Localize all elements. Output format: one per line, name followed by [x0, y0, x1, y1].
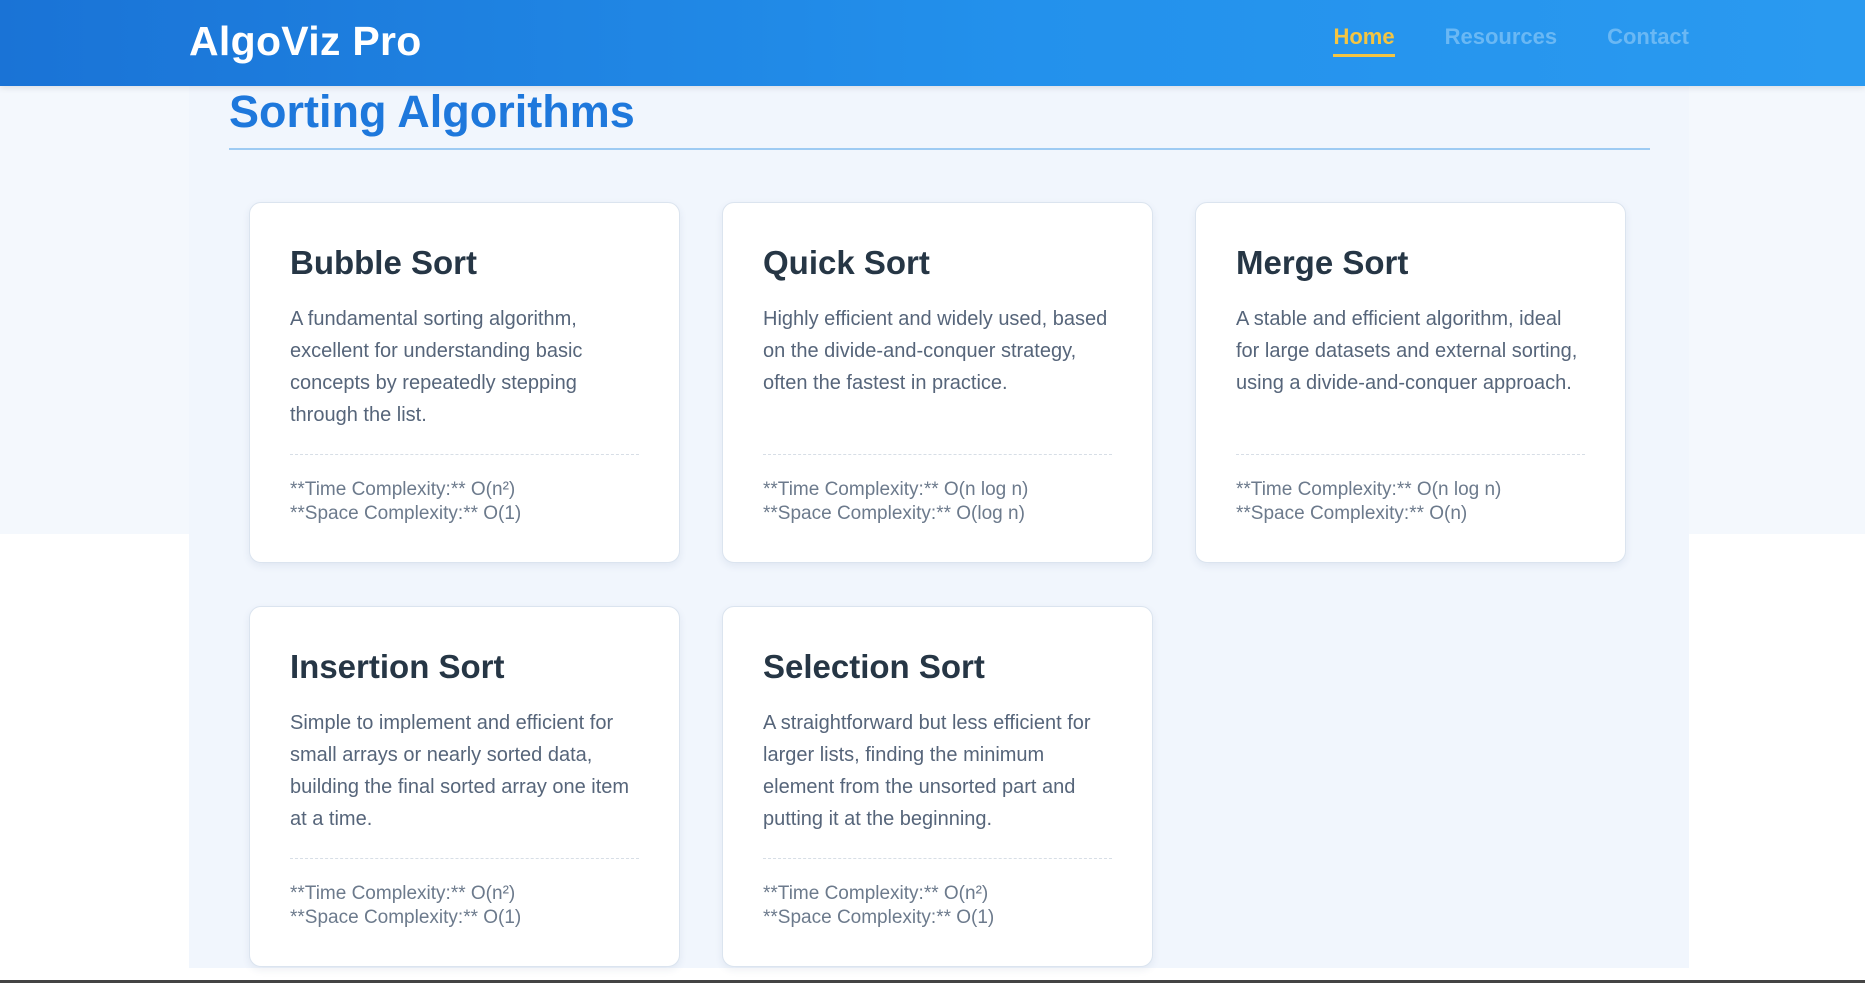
nav-link-resources[interactable]: Resources: [1445, 24, 1558, 57]
nav-link-contact[interactable]: Contact: [1607, 24, 1689, 57]
space-complexity: **Space Complexity:** O(log n): [763, 503, 1025, 524]
main-content: Sorting Algorithms Bubble Sort A fundame…: [189, 86, 1689, 968]
card-complexity: **Time Complexity:** O(n²) **Space Compl…: [290, 882, 521, 930]
algorithm-card-insertion-sort[interactable]: Insertion Sort Simple to implement and e…: [249, 606, 680, 967]
algorithm-card-quick-sort[interactable]: Quick Sort Highly efficient and widely u…: [722, 202, 1153, 563]
page-title: Sorting Algorithms: [229, 86, 635, 137]
space-complexity: **Space Complexity:** O(1): [290, 907, 522, 928]
site-header: AlgoViz Pro Home Resources Contact: [0, 0, 1865, 86]
time-complexity: **Time Complexity:** O(n²): [290, 883, 516, 904]
card-complexity: **Time Complexity:** O(n log n) **Space …: [1236, 478, 1501, 526]
card-divider: [763, 858, 1112, 859]
main-nav: Home Resources Contact: [1333, 24, 1689, 57]
card-divider: [1236, 454, 1585, 455]
title-divider: [229, 148, 1650, 150]
card-description: A straightforward but less efficient for…: [763, 712, 1091, 830]
card-description: A fundamental sorting algorithm, excelle…: [290, 308, 583, 426]
card-description: A stable and efficient algorithm, ideal …: [1236, 308, 1578, 394]
card-complexity: **Time Complexity:** O(n²) **Space Compl…: [763, 882, 994, 930]
card-title: Quick Sort: [763, 244, 930, 281]
time-complexity: **Time Complexity:** O(n²): [290, 479, 516, 500]
card-complexity: **Time Complexity:** O(n log n) **Space …: [763, 478, 1028, 526]
time-complexity: **Time Complexity:** O(n²): [763, 883, 989, 904]
card-divider: [763, 454, 1112, 455]
time-complexity: **Time Complexity:** O(n log n): [1236, 479, 1502, 500]
algorithm-card-merge-sort[interactable]: Merge Sort A stable and efficient algori…: [1195, 202, 1626, 563]
space-complexity: **Space Complexity:** O(n): [1236, 503, 1468, 524]
time-complexity: **Time Complexity:** O(n log n): [763, 479, 1029, 500]
card-title: Merge Sort: [1236, 244, 1409, 281]
brand-logo[interactable]: AlgoViz Pro: [189, 18, 422, 65]
card-complexity: **Time Complexity:** O(n²) **Space Compl…: [290, 478, 521, 526]
card-divider: [290, 858, 639, 859]
card-description: Simple to implement and efficient for sm…: [290, 712, 630, 830]
algorithm-card-bubble-sort[interactable]: Bubble Sort A fundamental sorting algori…: [249, 202, 680, 563]
card-title: Insertion Sort: [290, 648, 505, 685]
nav-link-home[interactable]: Home: [1333, 24, 1395, 57]
space-complexity: **Space Complexity:** O(1): [290, 503, 522, 524]
card-description: Highly efficient and widely used, based …: [763, 308, 1108, 394]
card-title: Selection Sort: [763, 648, 985, 685]
card-title: Bubble Sort: [290, 244, 477, 281]
algorithm-card-selection-sort[interactable]: Selection Sort A straightforward but les…: [722, 606, 1153, 967]
space-complexity: **Space Complexity:** O(1): [763, 907, 995, 928]
card-divider: [290, 454, 639, 455]
page: AlgoViz Pro Home Resources Contact Sorti…: [0, 0, 1865, 983]
